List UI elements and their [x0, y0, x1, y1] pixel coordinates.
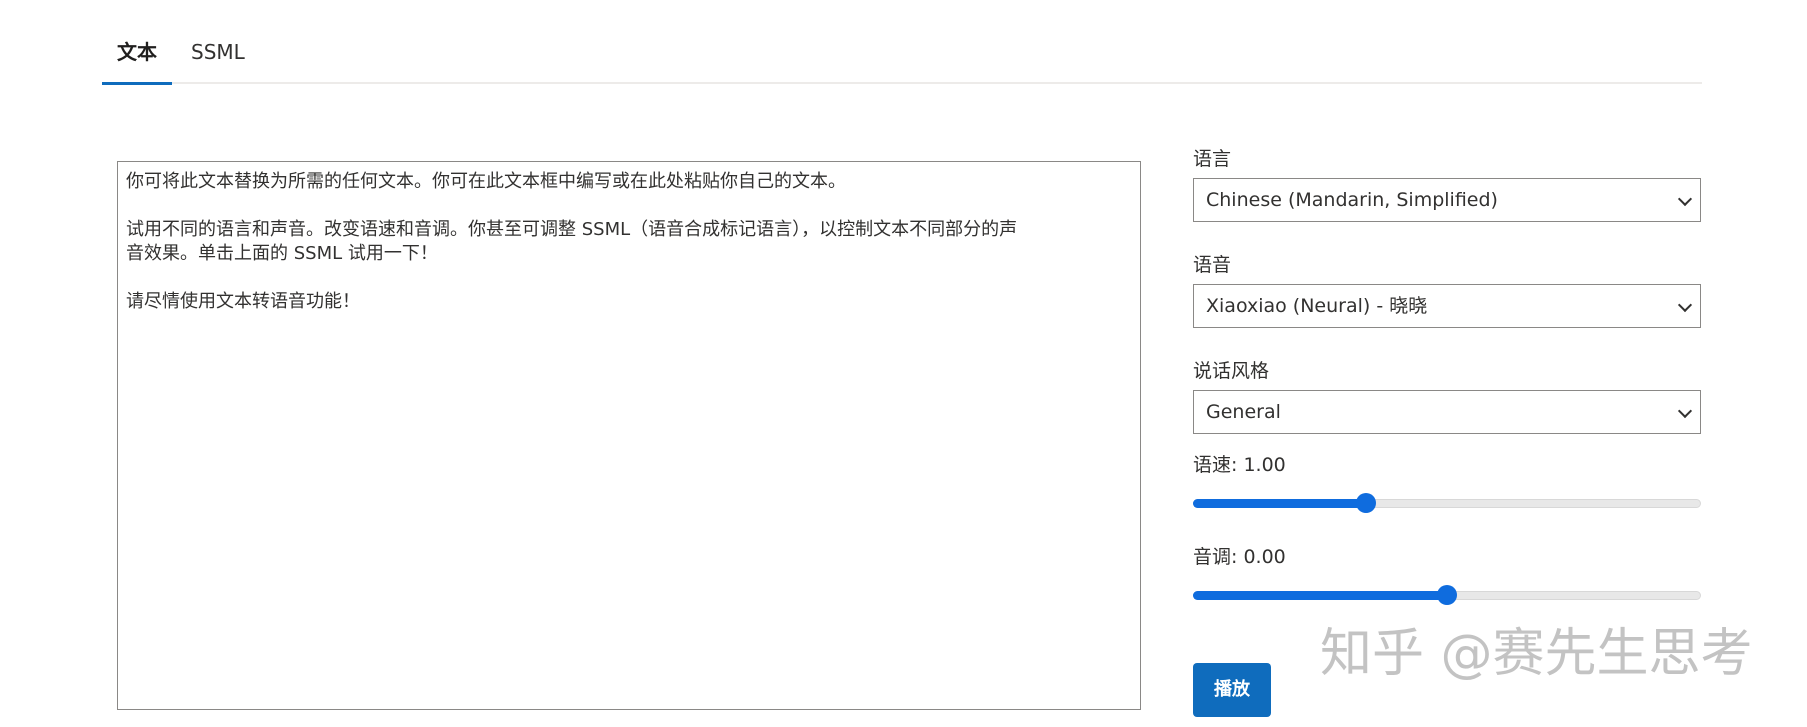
chevron-down-icon	[1677, 403, 1693, 419]
slider-thumb[interactable]	[1437, 585, 1457, 605]
speech-rate-label: 语速: 1.00	[1193, 454, 1286, 476]
voice-select-value: Xiaoxiao (Neural) - 晓晓	[1206, 295, 1428, 317]
tab-text[interactable]: 文本	[117, 38, 157, 66]
slider-thumb[interactable]	[1356, 493, 1376, 513]
chevron-down-icon	[1677, 297, 1693, 313]
speaking-style-label: 说话风格	[1193, 360, 1270, 382]
tab-bar-divider	[102, 82, 1702, 84]
slider-fill	[1193, 499, 1366, 508]
language-select-value: Chinese (Mandarin, Simplified)	[1206, 189, 1498, 211]
speech-rate-slider[interactable]	[1193, 492, 1701, 514]
play-button[interactable]: 播放	[1193, 663, 1271, 717]
language-label: 语言	[1193, 148, 1232, 170]
chevron-down-icon	[1677, 191, 1693, 207]
voice-select[interactable]: Xiaoxiao (Neural) - 晓晓	[1193, 284, 1701, 328]
active-tab-indicator	[102, 82, 172, 85]
watermark-text: 知乎 @赛先生思考	[1320, 624, 1753, 684]
speaking-style-select-value: General	[1206, 401, 1281, 423]
tts-page: 文本 SSML 你可将此文本替换为所需的任何文本。你可在此文本框中编写或在此处粘…	[0, 0, 1807, 727]
pitch-label: 音调: 0.00	[1193, 546, 1286, 568]
slider-fill	[1193, 591, 1447, 600]
language-select[interactable]: Chinese (Mandarin, Simplified)	[1193, 178, 1701, 222]
speaking-style-select[interactable]: General	[1193, 390, 1701, 434]
voice-label: 语音	[1193, 254, 1232, 276]
text-input-area[interactable]: 你可将此文本替换为所需的任何文本。你可在此文本框中编写或在此处粘贴你自己的文本。…	[117, 161, 1141, 710]
tab-ssml[interactable]: SSML	[191, 38, 245, 66]
tab-bar: 文本 SSML	[102, 0, 1702, 86]
pitch-slider[interactable]	[1193, 584, 1701, 606]
